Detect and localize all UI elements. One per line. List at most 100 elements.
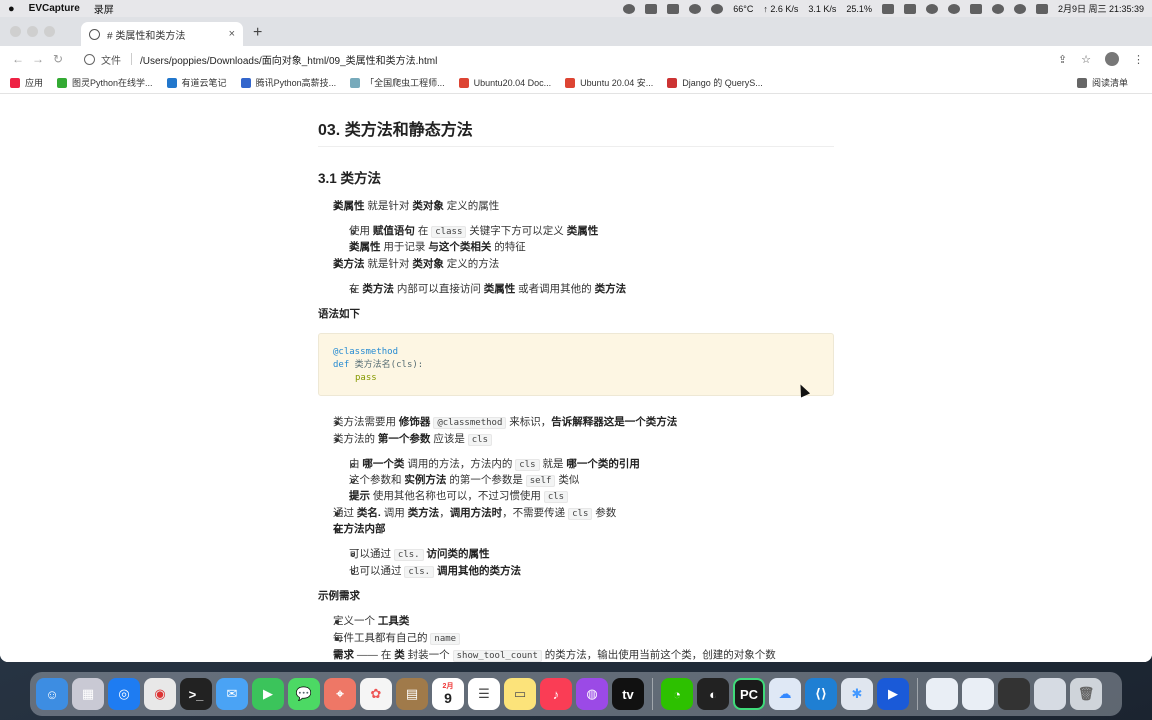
reminders-icon[interactable]: ☰: [468, 678, 500, 710]
vscode-icon[interactable]: ⟨⟩: [805, 678, 837, 710]
status-app-icon[interactable]: [623, 3, 636, 14]
volume-icon[interactable]: [925, 3, 938, 14]
wifi-icon[interactable]: [991, 3, 1004, 14]
zoom-window-button[interactable]: [44, 26, 55, 37]
maps-icon[interactable]: ⌖: [324, 678, 356, 710]
video-app-icon[interactable]: ▶: [877, 678, 909, 710]
podcasts-icon[interactable]: ◍: [576, 678, 608, 710]
bookmarks-bar: 应用 图灵Python在线学... 有道云笔记 腾讯Python高薪技... 「…: [0, 72, 1152, 94]
reading-list-label: 阅读清单: [1091, 78, 1128, 88]
bluetooth-icon[interactable]: [947, 3, 960, 14]
window-thumbnail-icon[interactable]: [926, 678, 958, 710]
chrome-icon[interactable]: ◉: [144, 678, 176, 710]
trash-icon[interactable]: 🗑: [1070, 678, 1102, 710]
list-item: 使用 赋值语句 在 class 关键字下方可以定义 类属性: [349, 225, 599, 238]
menu-record[interactable]: 录屏: [94, 1, 114, 16]
music-icon[interactable]: ♪: [540, 678, 572, 710]
bookmark-item[interactable]: Ubuntu 20.04 安...: [565, 76, 653, 89]
browser-toolbar: ← → ↻ 文件 /Users/poppies/Downloads/面向对象_h…: [0, 46, 1152, 72]
browser-window: # 类属性和类方法 × + ← → ↻ 文件 /Users/poppies/Do…: [0, 17, 1152, 662]
photos-icon[interactable]: ✿: [360, 678, 392, 710]
list-item: 类属性 用于记录 与这个类相关 的特征: [349, 241, 526, 253]
window-thumbnail-icon[interactable]: [962, 678, 994, 710]
window-thumbnail-icon[interactable]: [998, 678, 1030, 710]
bookmark-favicon: [350, 77, 361, 88]
status-app-icon[interactable]: [645, 3, 658, 14]
wechat-icon[interactable]: ◔: [661, 678, 693, 710]
bookmark-item[interactable]: 应用: [10, 76, 43, 89]
list-item: 在方法内部: [333, 523, 386, 535]
pycharm-icon[interactable]: PC: [733, 678, 765, 710]
notification-icon[interactable]: [689, 3, 702, 14]
url-text[interactable]: /Users/poppies/Downloads/面向对象_html/09_类属…: [140, 52, 437, 67]
status-app-icon[interactable]: [667, 3, 680, 14]
calendar-icon[interactable]: 2月 9: [432, 678, 464, 710]
list-item: 也可以通过 cls. 调用其他的类方法: [349, 565, 522, 578]
cpu-readout: 25.1%: [846, 3, 872, 14]
mail-icon[interactable]: ✉: [216, 678, 248, 710]
launchpad-icon[interactable]: ▦: [72, 678, 104, 710]
battery-icon[interactable]: [969, 3, 982, 14]
finder-icon[interactable]: ☺: [36, 678, 68, 710]
scheme-label: 文件: [101, 55, 121, 67]
page-content: 03. 类方法和静态方法 3.1 类方法 类属性 就是针对 类对象 定义的属性 …: [0, 94, 1152, 662]
list-item: 在 类方法 内部可以直接访问 类属性 或者调用其他的 类方法: [349, 283, 627, 295]
reading-list-button[interactable]: 阅读清单: [1076, 76, 1128, 89]
forward-arrow-icon[interactable]: →: [28, 52, 48, 66]
facetime-icon[interactable]: ▶: [252, 678, 284, 710]
share-icon[interactable]: ⇪: [1058, 53, 1067, 66]
window-icon[interactable]: [881, 3, 894, 14]
list-item: 定义一个 工具类: [333, 615, 410, 627]
messages-icon[interactable]: 💬: [288, 678, 320, 710]
close-tab-icon[interactable]: ×: [229, 28, 235, 40]
more-menu-icon[interactable]: ⋮: [1133, 53, 1144, 66]
subsection-heading: 3.1 类方法: [318, 171, 382, 186]
address-bar[interactable]: 文件 /Users/poppies/Downloads/面向对象_html/09…: [76, 48, 1058, 70]
new-tab-button[interactable]: +: [253, 22, 262, 46]
bookmark-label: Django 的 QueryS...: [682, 78, 763, 88]
terminal-icon[interactable]: >_: [180, 678, 212, 710]
profile-avatar[interactable]: [1105, 52, 1119, 66]
notes-icon[interactable]: ▭: [504, 678, 536, 710]
bookmark-favicon: [667, 77, 678, 88]
evcapture-icon[interactable]: ✱: [841, 678, 873, 710]
info-icon[interactable]: [84, 53, 95, 65]
apple-icon[interactable]: ●: [8, 3, 15, 15]
list-item: 由 哪一个类 调用的方法，方法内的 cls 就是 哪一个类的引用: [349, 458, 640, 471]
code-block: @classmethod def 类方法名(cls): pass: [318, 333, 834, 396]
bookmark-label: Ubuntu 20.04 安...: [580, 78, 654, 88]
bookmark-item[interactable]: 有道云笔记: [166, 76, 227, 89]
divider: [131, 53, 132, 65]
list-item: 提示 使用其他名称也可以，不过习惯使用 cls: [349, 489, 569, 504]
safari-icon[interactable]: ◎: [108, 678, 140, 710]
back-arrow-icon[interactable]: ←: [8, 52, 28, 66]
reload-icon[interactable]: ↻: [48, 52, 68, 66]
tab-active[interactable]: # 类属性和类方法 ×: [81, 22, 243, 46]
dock-divider: [652, 678, 653, 710]
window-thumbnail-icon[interactable]: [1034, 678, 1066, 710]
bookmark-item[interactable]: Django 的 QueryS...: [667, 76, 763, 89]
toolbar-actions: ⇪ ☆ ⋮: [1058, 52, 1144, 66]
close-window-button[interactable]: [10, 26, 21, 37]
notes-folder-icon[interactable]: ▤: [396, 678, 428, 710]
search-icon[interactable]: [1013, 3, 1026, 14]
wechat-status-icon[interactable]: [711, 3, 724, 14]
app-name-menu[interactable]: EVCapture: [29, 3, 80, 14]
minimize-window-button[interactable]: [27, 26, 38, 37]
list-item: 类属性 就是针对 类对象 定义的属性: [333, 200, 500, 212]
bookmark-item[interactable]: Ubuntu20.04 Doc...: [458, 77, 551, 88]
display-icon[interactable]: [903, 3, 916, 14]
tv-icon[interactable]: tv: [612, 678, 644, 710]
control-center-icon[interactable]: [1035, 3, 1048, 14]
bookmark-item[interactable]: 「全国爬虫工程师...: [350, 76, 445, 89]
bookmark-item[interactable]: 图灵Python在线学...: [57, 76, 153, 89]
list-item: 可以通过 cls. 访问类的属性: [349, 548, 490, 561]
qq-icon[interactable]: ◐: [697, 678, 729, 710]
bookmark-label: 应用: [25, 78, 44, 88]
tab-strip: # 类属性和类方法 × +: [0, 17, 1152, 46]
bookmark-item[interactable]: 腾讯Python高薪技...: [240, 76, 336, 89]
clock[interactable]: 2月9日 周三 21:35:39: [1058, 2, 1144, 15]
list-item: 需求 —— 在 类 封装一个 show_tool_count 的类方法，输出使用…: [333, 649, 776, 662]
baidu-netdisk-icon[interactable]: ☁: [769, 678, 801, 710]
bookmark-star-icon[interactable]: ☆: [1081, 53, 1091, 66]
